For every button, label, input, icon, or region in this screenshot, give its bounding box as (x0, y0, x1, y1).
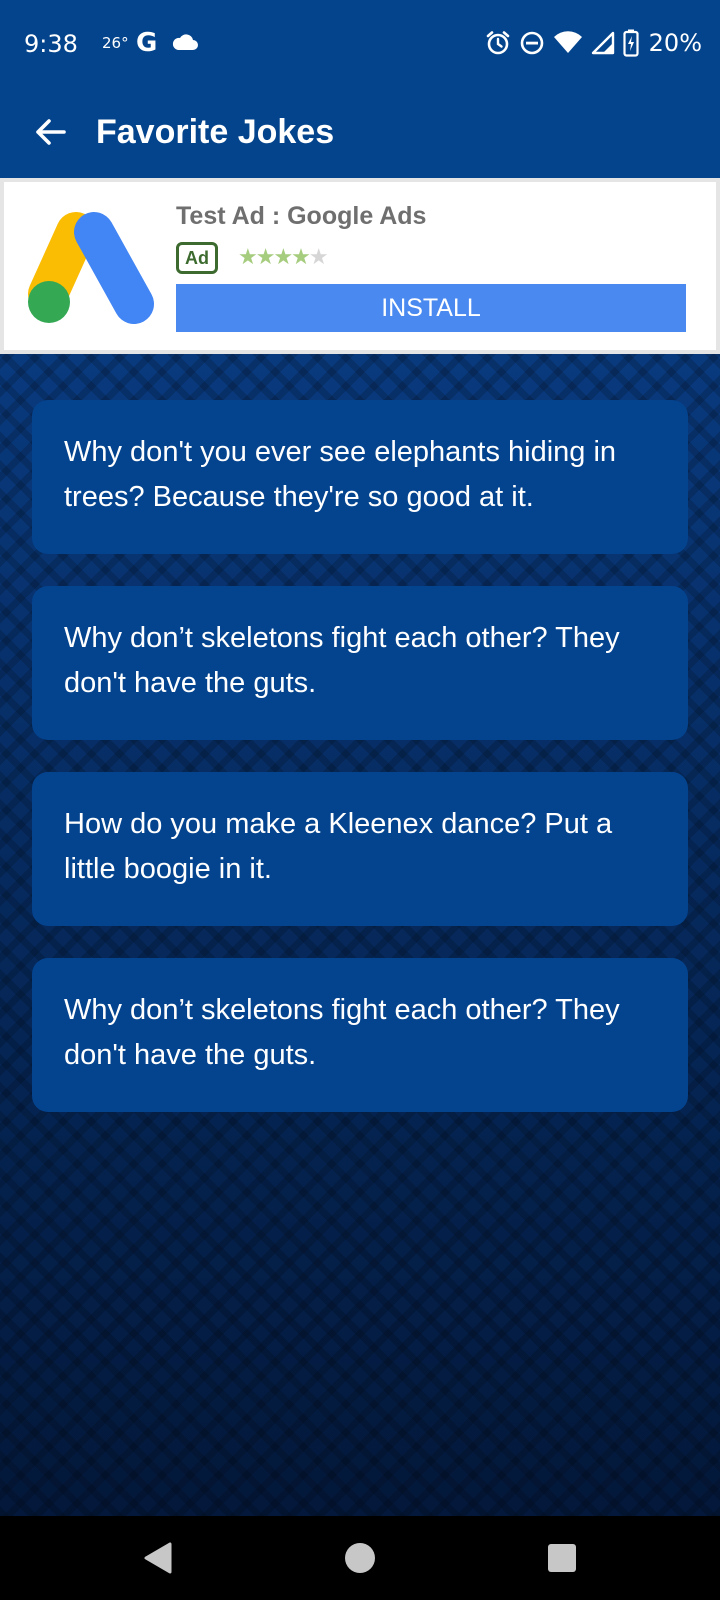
ad-stars-filled: ★★★★ (238, 244, 311, 269)
battery-percentage: 20% (648, 29, 702, 57)
joke-card[interactable]: Why don't you ever see elephants hiding … (32, 400, 688, 554)
wifi-icon (553, 31, 582, 53)
recents-square-icon[interactable] (542, 1538, 582, 1578)
cloud-icon (172, 34, 198, 50)
page-title: Favorite Jokes (96, 113, 335, 151)
app-bar: Favorite Jokes (0, 88, 720, 178)
status-bar: 9:38 26° G 20% (0, 0, 720, 88)
back-button[interactable] (26, 108, 74, 156)
dnd-icon (520, 31, 543, 55)
battery-icon (623, 29, 639, 57)
status-icons: 20% (485, 26, 702, 60)
signal-icon (591, 31, 614, 55)
alarm-icon (486, 31, 509, 55)
install-button[interactable]: INSTALL (176, 284, 686, 332)
navigation-bar (0, 1516, 720, 1600)
ad-badge: Ad (176, 242, 218, 274)
status-time: 9:38 (24, 30, 78, 58)
home-circle-icon[interactable] (340, 1538, 380, 1578)
joke-card[interactable]: How do you make a Kleenex dance? Put a l… (32, 772, 688, 926)
ad-banner[interactable]: Test Ad : Google Ads Ad ★★★★★ INSTALL (0, 178, 720, 354)
back-triangle-icon[interactable] (140, 1538, 180, 1578)
ad-rating-stars: ★★★★★ (238, 244, 329, 270)
google-icon: G (136, 28, 158, 58)
ad-title: Test Ad : Google Ads (176, 202, 427, 230)
jokes-list: Why don't you ever see elephants hiding … (0, 354, 720, 1516)
joke-card[interactable]: Why don’t skeletons fight each other? Th… (32, 958, 688, 1112)
status-temperature: 26° (102, 34, 129, 52)
ad-star-empty: ★ (308, 244, 329, 269)
joke-card[interactable]: Why don’t skeletons fight each other? Th… (32, 586, 688, 740)
arrow-left-icon (36, 119, 66, 145)
google-ads-logo-icon (28, 212, 154, 324)
